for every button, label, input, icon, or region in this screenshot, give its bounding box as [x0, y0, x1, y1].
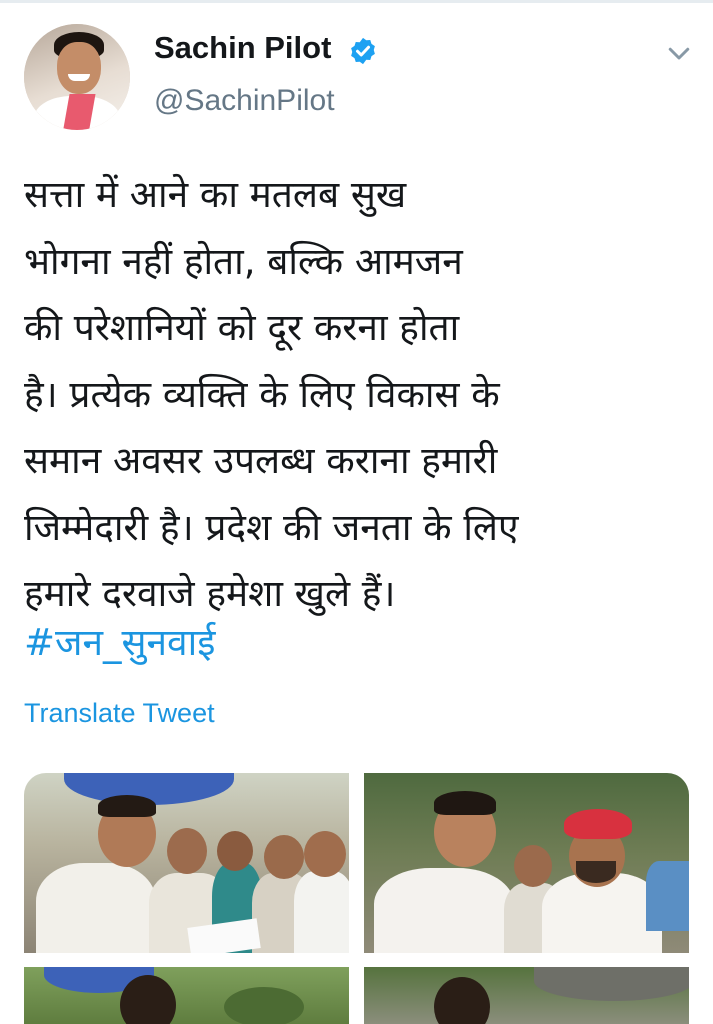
- tweet-line: सत्ता में आने का मतलब सुख: [24, 173, 407, 216]
- translate-tweet-link[interactable]: Translate Tweet: [24, 698, 215, 729]
- tweet-photo-2[interactable]: [364, 773, 689, 953]
- tweet-photo-3[interactable]: [24, 967, 349, 1024]
- verified-badge-icon: [351, 37, 375, 65]
- tweet-text: सत्ता में आने का मतलब सुख भोगना नहीं होत…: [24, 162, 689, 628]
- hashtag-link[interactable]: #जन_सुनवाई: [24, 610, 215, 677]
- author-handle[interactable]: @SachinPilot: [154, 84, 335, 118]
- tweet-line: जिम्मेदारी है। प्रदेश की जनता के लिए: [24, 505, 519, 549]
- chevron-down-icon[interactable]: [664, 38, 694, 68]
- author-name[interactable]: Sachin Pilot: [154, 30, 331, 66]
- tweet-photo-4[interactable]: [364, 967, 689, 1024]
- tweet-line: भोगना नहीं होता, बल्कि आमजन: [24, 239, 463, 283]
- tweet-line: है। प्रत्येक व्यक्ति के लिए विकास के: [24, 372, 500, 416]
- tweet-photo-1[interactable]: [24, 773, 349, 953]
- top-divider: [0, 0, 713, 3]
- tweet-line: समान अवसर उपलब्ध कराना हमारी: [24, 439, 498, 482]
- avatar[interactable]: [24, 24, 130, 130]
- tweet-line: की परेशानियों को दूर करना होता: [24, 306, 460, 349]
